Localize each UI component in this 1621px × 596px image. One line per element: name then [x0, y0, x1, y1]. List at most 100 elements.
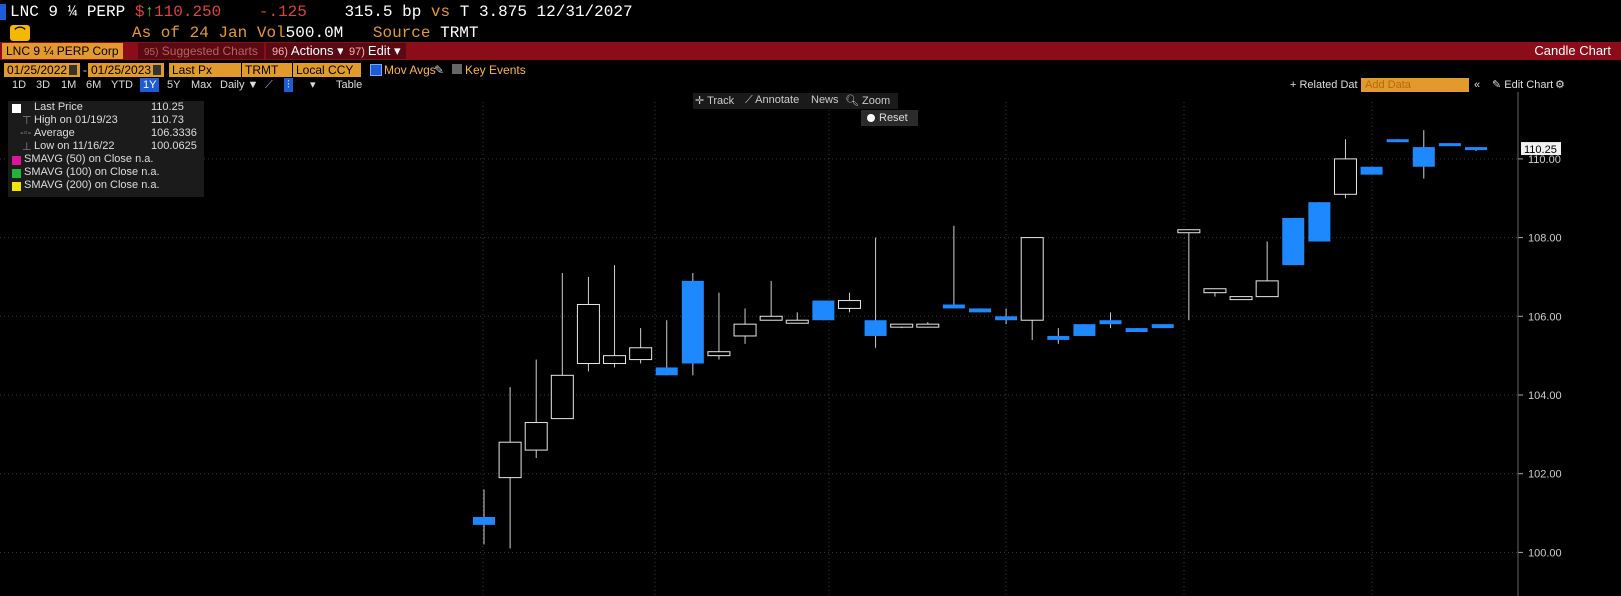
- candle: [1360, 166, 1383, 175]
- candle: [681, 273, 704, 376]
- mov-avgs-checkbox[interactable]: [370, 64, 382, 76]
- add-data-input[interactable]: Add Data: [1361, 78, 1469, 92]
- legend-label-smavg200: SMAVG (200) on Close n.a.: [24, 179, 160, 191]
- legend-label-last: Last Price: [34, 101, 83, 113]
- candle-body-up: [890, 323, 914, 328]
- line-chart-icon[interactable]: ⟋: [265, 78, 273, 92]
- candle: [550, 273, 574, 420]
- last-price-tag: 110.25: [1521, 142, 1561, 156]
- end-date-field[interactable]: 01/25/2023: [88, 63, 165, 77]
- range-max[interactable]: Max: [191, 78, 212, 92]
- legend-value-low: 100.0625: [151, 140, 197, 152]
- legend-label-smavg50: SMAVG (50) on Close n.a.: [24, 153, 154, 165]
- candle: [473, 489, 495, 545]
- candle-body-up: [524, 422, 548, 451]
- candle-series: [473, 130, 1487, 549]
- currency-select[interactable]: Local CCY: [293, 63, 361, 77]
- candle: [1282, 217, 1305, 266]
- candle: [1125, 328, 1148, 333]
- table-button[interactable]: Table: [336, 78, 362, 92]
- edit-button[interactable]: 97) Edit ▾: [343, 43, 407, 59]
- candle-body-down: [473, 516, 495, 525]
- candle: [498, 387, 522, 549]
- gauge-icon[interactable]: ⌒: [10, 25, 30, 41]
- field-select[interactable]: Last Px: [169, 63, 241, 77]
- range-6m[interactable]: 6M: [86, 78, 101, 92]
- candle: [1465, 147, 1487, 152]
- chart-legend: Last Price 110.25 ⊤ High on 01/19/23 110…: [8, 101, 204, 197]
- candle-chart[interactable]: 100.00102.00104.00106.00108.00110.00110.…: [0, 92, 1621, 596]
- candle-chart-icon[interactable]: ⫶: [284, 78, 293, 92]
- candle-body-up: [550, 374, 574, 420]
- candle-body-down: [995, 316, 1018, 321]
- candle-body-down: [812, 300, 835, 321]
- range-1d[interactable]: 1D: [12, 78, 26, 92]
- suggested-charts-button[interactable]: 95) Suggested Charts: [138, 43, 264, 59]
- edit-chart-button[interactable]: ✎ Edit Chart: [1492, 78, 1553, 92]
- reset-icon: [867, 114, 875, 122]
- range-ytd[interactable]: YTD: [111, 78, 133, 92]
- annotate-button[interactable]: ⟋ Annotate: [745, 94, 799, 107]
- y-tick-label: 100.00: [1528, 547, 1562, 559]
- candle-body-down: [1386, 139, 1409, 143]
- chart-toolbar: ✛ Track ⟋ Annotate News 🔍︎ Zoom: [693, 93, 898, 109]
- calendar-icon: [69, 65, 78, 75]
- candle-body-down: [969, 308, 991, 313]
- collapse-icon[interactable]: «: [1474, 78, 1480, 92]
- range-5y[interactable]: 5Y: [167, 78, 180, 92]
- source-select[interactable]: TRMT: [242, 63, 292, 77]
- function-bar: LNC 9 ¼ PERP Corp 95) Suggested Charts 9…: [0, 42, 1621, 60]
- range-1y[interactable]: 1Y: [140, 78, 160, 92]
- source-label: Source: [372, 24, 431, 42]
- vs-label: vs: [430, 3, 451, 21]
- candle-body-up: [1333, 158, 1357, 195]
- chart-grid: [0, 102, 1518, 596]
- quote-details: ⌒ As of 24 Jan Vol500.0M Source TRMT: [0, 23, 1621, 43]
- candle-body-down: [1151, 324, 1174, 329]
- range-3d[interactable]: 3D: [36, 78, 50, 92]
- key-events-label[interactable]: Key Events: [465, 63, 526, 77]
- candle-body-down: [1438, 143, 1461, 147]
- smavg100-swatch: [12, 169, 21, 178]
- smavg50-swatch: [12, 156, 21, 165]
- candle-body-down: [655, 367, 678, 376]
- candle: [995, 308, 1018, 325]
- news-button[interactable]: News: [811, 94, 839, 106]
- gear-icon[interactable]: ⚙: [1555, 78, 1565, 92]
- chevron-down-icon: ▾: [393, 43, 401, 58]
- volume: 500.0M: [285, 24, 344, 42]
- key-events-checkbox[interactable]: [452, 64, 462, 74]
- start-date-field[interactable]: 01/25/2022: [4, 63, 81, 77]
- candle-body-down: [1308, 202, 1331, 242]
- low-icon: ⊥: [22, 141, 32, 153]
- candle: [1047, 328, 1070, 344]
- actions-button[interactable]: 96) Actions ▾: [266, 43, 350, 59]
- range-1m[interactable]: 1M: [61, 78, 76, 92]
- candle-body-up: [759, 315, 783, 321]
- legend-value-last: 110.25: [151, 101, 184, 113]
- zoom-button[interactable]: 🔍︎ Zoom: [845, 94, 890, 107]
- candle-body-up: [1177, 229, 1201, 234]
- security-field[interactable]: LNC 9 ¼ PERP Corp: [2, 43, 123, 59]
- candle: [1177, 229, 1201, 321]
- candle: [1073, 324, 1096, 336]
- candle-body-up: [916, 323, 940, 328]
- reset-button[interactable]: Reset: [861, 110, 918, 126]
- last-price: 110.250: [154, 3, 222, 21]
- candle: [1308, 202, 1331, 242]
- last-price-swatch: [12, 104, 21, 113]
- pencil-icon[interactable]: ✎: [434, 63, 444, 77]
- candle: [890, 323, 914, 329]
- asof-line: As of 24 Jan Vol500.0M Source TRMT: [132, 24, 479, 42]
- chevron-down-icon[interactable]: ▾: [310, 78, 316, 92]
- candle: [629, 328, 653, 364]
- candle-body-down: [1073, 324, 1096, 336]
- y-tick-label: 104.00: [1528, 390, 1562, 402]
- mov-avgs-label[interactable]: Mov Avgs: [384, 63, 436, 77]
- quote-line: LNC 9 ¼ PERP $↑110.250 -.125 315.5 bp vs…: [10, 3, 633, 21]
- track-button[interactable]: ✛ Track: [695, 94, 734, 107]
- frequency-select[interactable]: Daily ▼: [220, 78, 258, 92]
- candle: [1020, 237, 1044, 340]
- candle: [1438, 143, 1461, 147]
- related-data-button[interactable]: + Related Dat: [1290, 78, 1358, 92]
